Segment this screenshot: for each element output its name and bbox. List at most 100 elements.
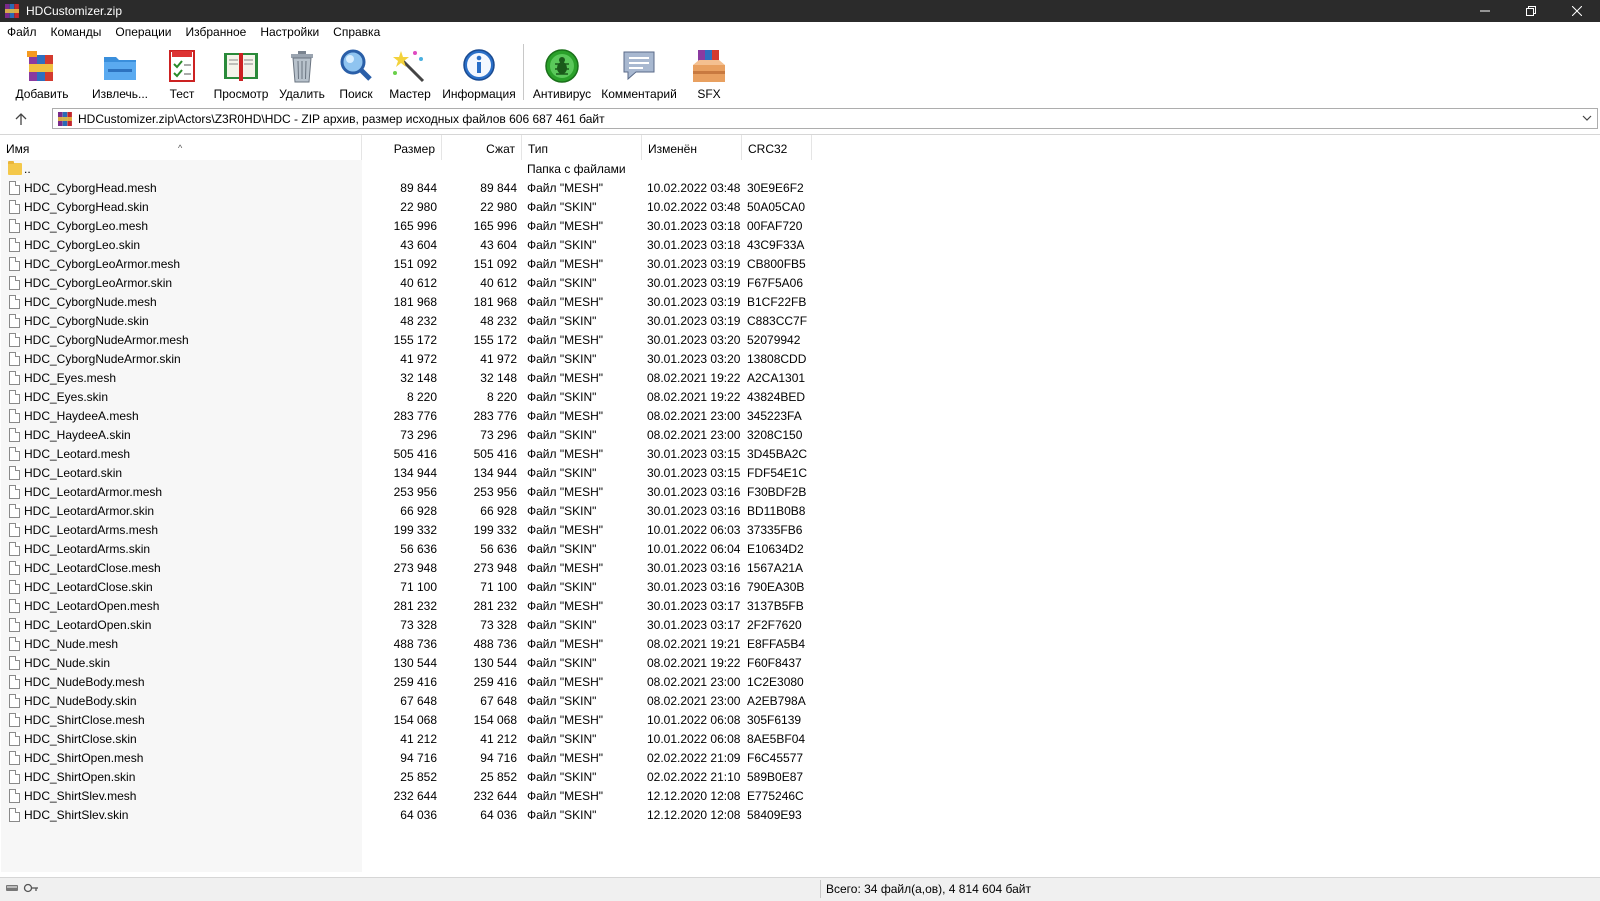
file-row[interactable]: HDC_HaydeeA.skin 73 296 73 296 Файл "SKIN" 0… <box>0 426 1600 445</box>
header-name[interactable]: Имя ^ <box>0 135 362 160</box>
file-crc: 790EA30B <box>747 580 805 594</box>
file-row[interactable]: HDC_CyborgLeo.mesh 165 996 165 996 Файл "ME… <box>0 217 1600 236</box>
file-icon <box>9 504 20 518</box>
folder-icon <box>8 161 22 175</box>
window-title: HDCustomizer.zip <box>26 4 123 18</box>
file-row[interactable]: HDC_Leotard.mesh 505 416 505 416 Файл "MESH… <box>0 445 1600 464</box>
file-size: 165 996 <box>393 219 437 233</box>
archive-path-field[interactable]: HDCustomizer.zip\Actors\Z3R0HD\HDC - ZIP… <box>52 108 1598 129</box>
file-row[interactable]: HDC_LeotardArms.skin 56 636 56 636 Файл "SK… <box>0 540 1600 559</box>
file-icon <box>9 485 20 499</box>
file-icon <box>9 751 20 765</box>
find-button[interactable]: Поиск <box>330 42 382 102</box>
up-folder-button[interactable] <box>8 109 34 129</box>
file-crc: E775246C <box>747 789 804 803</box>
file-row[interactable]: HDC_ShirtClose.skin 41 212 41 212 Файл "SKI… <box>0 730 1600 749</box>
file-packed: 154 068 <box>473 713 517 727</box>
minimize-icon <box>1480 10 1490 12</box>
file-row[interactable]: HDC_LeotardClose.skin 71 100 71 100 Файл "S… <box>0 578 1600 597</box>
menu-favorites[interactable]: Избранное <box>179 22 254 42</box>
file-row[interactable]: HDC_CyborgNude.mesh 181 968 181 968 Файл "M… <box>0 293 1600 312</box>
file-size: 41 972 <box>400 352 437 366</box>
file-row[interactable]: HDC_LeotardOpen.skin 73 328 73 328 Файл "SK… <box>0 616 1600 635</box>
file-name: HDC_Leotard.skin <box>24 466 123 480</box>
menu-commands[interactable]: Команды <box>44 22 109 42</box>
file-row[interactable]: HDC_LeotardArmor.mesh 253 956 253 956 Файл … <box>0 483 1600 502</box>
delete-button[interactable]: Удалить <box>274 42 330 102</box>
file-row[interactable]: HDC_CyborgNudeArmor.mesh 155 172 155 172 Фа… <box>0 331 1600 350</box>
file-packed: 8 220 <box>486 390 517 404</box>
file-type: Файл "SKIN" <box>527 276 597 290</box>
file-row[interactable]: HDC_Nude.mesh 488 736 488 736 Файл "MESH" 08… <box>0 635 1600 654</box>
sfx-button[interactable]: SFX <box>681 42 737 102</box>
menu-help[interactable]: Справка <box>326 22 387 42</box>
address-bar: HDCustomizer.zip\Actors\Z3R0HD\HDC - ZIP… <box>0 106 1600 132</box>
file-row[interactable]: HDC_NudeBody.skin 67 648 67 648 Файл "SKIN"… <box>0 692 1600 711</box>
file-icon <box>9 599 20 613</box>
header-type[interactable]: Тип <box>522 135 642 160</box>
file-row[interactable]: HDC_ShirtSlev.skin 64 036 64 036 Файл "SKIN… <box>0 806 1600 825</box>
file-row[interactable]: HDC_ShirtOpen.mesh 94 716 94 716 Файл "MESH… <box>0 749 1600 768</box>
file-row[interactable]: HDC_LeotardOpen.mesh 281 232 281 232 Файл "… <box>0 597 1600 616</box>
file-crc: F60F8437 <box>747 656 802 670</box>
header-size[interactable]: Размер <box>362 135 442 160</box>
header-modified[interactable]: Изменён <box>642 135 742 160</box>
file-crc: FDF54E1C <box>747 466 808 480</box>
chevron-down-icon[interactable] <box>1581 112 1593 124</box>
file-row[interactable]: HDC_CyborgHead.skin 22 980 22 980 Файл "SKI… <box>0 198 1600 217</box>
file-row[interactable]: HDC_CyborgLeoArmor.skin 40 612 40 612 Файл … <box>0 274 1600 293</box>
wizard-button[interactable]: Мастер <box>382 42 438 102</box>
file-row[interactable]: HDC_CyborgNude.skin 48 232 48 232 Файл "SKI… <box>0 312 1600 331</box>
file-type: Файл "SKIN" <box>527 808 597 822</box>
file-row[interactable]: HDC_ShirtOpen.skin 25 852 25 852 Файл "SKIN… <box>0 768 1600 787</box>
file-row[interactable]: HDC_Eyes.skin 8 220 8 220 Файл "SKIN" 08.02.… <box>0 388 1600 407</box>
file-crc: 00FAF720 <box>747 219 803 233</box>
file-row[interactable]: HDC_ShirtClose.mesh 154 068 154 068 Файл "M… <box>0 711 1600 730</box>
header-packed[interactable]: Сжат <box>442 135 522 160</box>
file-size: 134 944 <box>393 466 437 480</box>
menu-file[interactable]: Файл <box>0 22 44 42</box>
file-row[interactable]: HDC_LeotardClose.mesh 273 948 273 948 Файл … <box>0 559 1600 578</box>
file-row[interactable]: HDC_ShirtSlev.mesh 232 644 232 644 Файл "ME… <box>0 787 1600 806</box>
file-row[interactable]: HDC_Leotard.skin 134 944 134 944 Файл "SKIN… <box>0 464 1600 483</box>
file-packed: 488 736 <box>473 637 517 651</box>
file-row[interactable]: HDC_LeotardArmor.skin 66 928 66 928 Файл "S… <box>0 502 1600 521</box>
file-row[interactable]: HDC_NudeBody.mesh 259 416 259 416 Файл "MES… <box>0 673 1600 692</box>
header-crc32[interactable]: CRC32 <box>742 135 812 160</box>
file-crc: B1CF22FB <box>747 295 807 309</box>
file-type: Файл "MESH" <box>527 713 604 727</box>
comment-button[interactable]: Комментарий <box>597 42 681 102</box>
menu-operations[interactable]: Операции <box>108 22 178 42</box>
file-row[interactable]: HDC_Nude.skin 130 544 130 544 Файл "SKIN" 08… <box>0 654 1600 673</box>
file-packed: 181 968 <box>473 295 517 309</box>
file-packed: 67 648 <box>480 694 517 708</box>
file-icon <box>9 276 20 290</box>
file-row[interactable]: HDC_LeotardArms.mesh 199 332 199 332 Файл "… <box>0 521 1600 540</box>
minimize-button[interactable] <box>1462 0 1508 22</box>
test-button[interactable]: Тест <box>156 42 208 102</box>
file-row[interactable]: HDC_Eyes.mesh 32 148 32 148 Файл "MESH" 08.0… <box>0 369 1600 388</box>
menu-settings[interactable]: Настройки <box>253 22 326 42</box>
info-button[interactable]: Информация <box>438 42 520 102</box>
file-row[interactable]: HDC_CyborgNudeArmor.skin 41 972 41 972 Файл… <box>0 350 1600 369</box>
file-icon <box>9 637 20 651</box>
file-icon <box>9 789 20 803</box>
extract-button[interactable]: Извлечь... <box>84 42 156 102</box>
file-type: Файл "MESH" <box>527 523 604 537</box>
parent-folder-row[interactable]: .. Папка с файлами <box>0 160 1600 179</box>
file-row[interactable]: HDC_HaydeeA.mesh 283 776 283 776 Файл "MESH… <box>0 407 1600 426</box>
restore-button[interactable] <box>1508 0 1554 22</box>
close-button[interactable] <box>1554 0 1600 22</box>
file-crc: F30BDF2B <box>747 485 807 499</box>
file-modified: 08.02.2021 19:21 <box>647 637 741 651</box>
header-packed-label: Сжат <box>486 142 515 156</box>
file-size: 505 416 <box>393 447 437 461</box>
file-row[interactable]: HDC_CyborgLeo.skin 43 604 43 604 Файл "SKIN… <box>0 236 1600 255</box>
file-row[interactable]: HDC_CyborgLeoArmor.mesh 151 092 151 092 Фай… <box>0 255 1600 274</box>
file-packed: 273 948 <box>473 561 517 575</box>
add-button[interactable]: Добавить <box>0 42 84 102</box>
view-button[interactable]: Просмотр <box>208 42 274 102</box>
file-icon <box>9 390 20 404</box>
file-row[interactable]: HDC_CyborgHead.mesh 89 844 89 844 Файл "MES… <box>0 179 1600 198</box>
antivirus-button[interactable]: Антивирус <box>527 42 597 102</box>
